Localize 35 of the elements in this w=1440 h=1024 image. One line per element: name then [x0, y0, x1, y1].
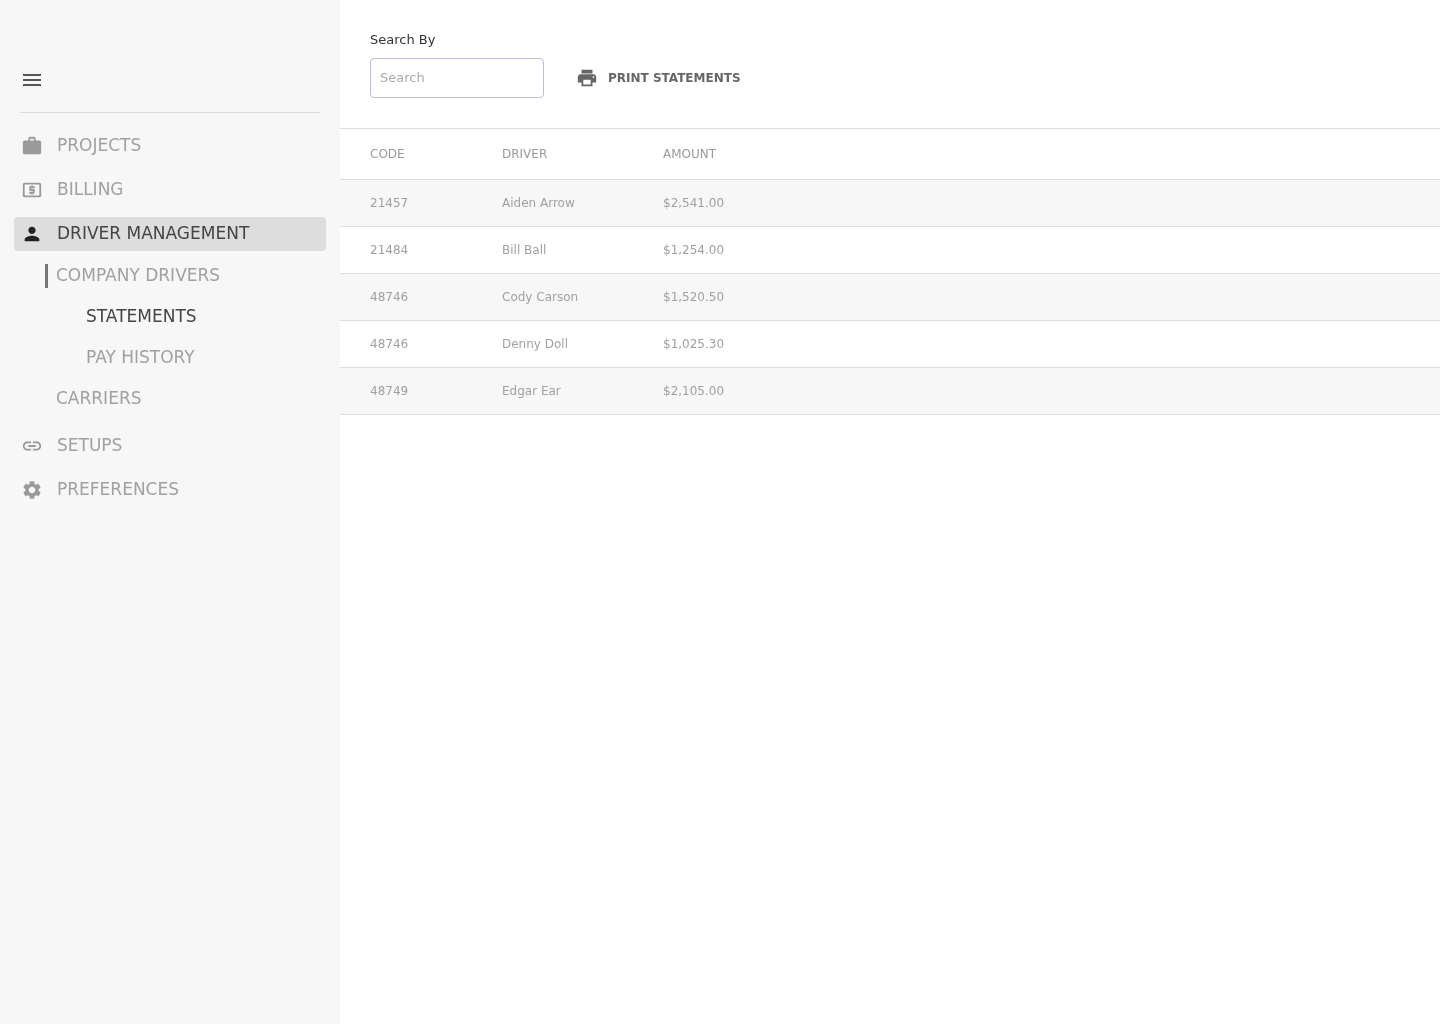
table-cell-text: $2,105.00 — [663, 382, 726, 400]
nav-subitem[interactable]: STATEMENTS — [86, 303, 197, 330]
nav-subitem[interactable]: COMPANY DRIVERS — [45, 263, 221, 288]
search-field[interactable]: Search — [370, 57, 544, 98]
table-cell-text: 48749 — [370, 382, 410, 400]
table-row[interactable]: 21457 Aiden Arrow $2,541.00 — [340, 179, 1440, 227]
nav-item[interactable]: BILLING — [14, 173, 326, 207]
column-header: DRIVER — [502, 145, 549, 163]
nav-item[interactable]: DRIVER MANAGEMENT — [14, 217, 326, 251]
table-cell-text: Cody Carson — [502, 288, 580, 306]
table-cell-text: $1,025.30 — [663, 335, 726, 353]
table-cell-text: 21457 — [370, 194, 410, 212]
table-cell-text: $1,254.00 — [663, 241, 726, 259]
table-cell-text: Denny Doll — [502, 335, 569, 353]
table-cell-text: Bill Ball — [502, 241, 548, 259]
column-header: AMOUNT — [663, 145, 718, 163]
nav-subitem[interactable]: PAY HISTORY — [86, 344, 195, 371]
table-cell-text: $1,520.50 — [663, 288, 726, 306]
settings-icon — [21, 479, 43, 501]
nav-subitem[interactable]: CARRIERS — [45, 386, 142, 411]
column-header: CODE — [370, 145, 406, 163]
table-row[interactable]: 48746 Cody Carson $1,520.50 — [340, 273, 1440, 321]
briefcase-icon — [21, 135, 43, 157]
table-cell-text: Aiden Arrow — [502, 194, 576, 212]
table-cell-text: 21484 — [370, 241, 410, 259]
nav-item[interactable]: PREFERENCES — [14, 473, 326, 507]
nav-item[interactable]: SETUPS — [14, 429, 326, 463]
search-label: Search By — [370, 31, 437, 49]
table-row[interactable]: 48749 Edgar Ear $2,105.00 — [340, 367, 1440, 415]
nav-item[interactable]: PROJECTS — [14, 129, 326, 163]
table-cell-text: 48746 — [370, 335, 410, 353]
print-button[interactable]: PRINT STATEMENTS — [576, 66, 741, 89]
table-cell-text: 48746 — [370, 288, 410, 306]
table-cell-text: Edgar Ear — [502, 382, 562, 400]
table-cell-text: $2,541.00 — [663, 194, 726, 212]
